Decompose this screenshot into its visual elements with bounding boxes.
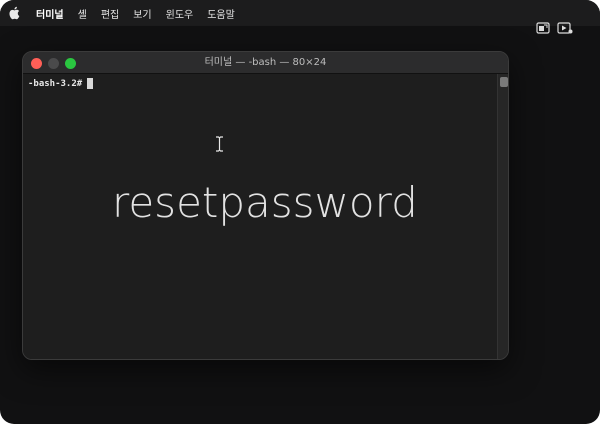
window-title: 터미널 — -bash — 80×24 [204,57,327,68]
vertical-scrollbar[interactable] [497,74,508,359]
menu-app-name[interactable]: 터미널 [36,6,64,21]
menu-window[interactable]: 윈도우 [166,6,194,21]
text-cursor [87,78,94,89]
ibeam-cursor-icon [215,136,224,152]
menu-help[interactable]: 도움말 [207,6,235,21]
apple-icon[interactable] [8,5,22,21]
menu-view[interactable]: 보기 [133,6,151,21]
screen-mirror-icon[interactable] [534,20,552,36]
prompt-line: -bash-3.2# [28,78,94,89]
overlay-command-text: resetpassword [112,178,418,227]
shell-prompt: -bash-3.2# [28,78,83,89]
menu-shell[interactable]: 셸 [78,6,87,21]
title-bar[interactable]: 터미널 — -bash — 80×24 [23,52,508,74]
menu-edit[interactable]: 편집 [101,6,119,21]
scroll-handle[interactable] [500,77,508,87]
video-play-icon[interactable] [556,20,574,36]
desktop-screen: 터미널 셸 편집 보기 윈도우 도움말 터미널 — -bash — 80×24 [0,0,600,424]
menu-bar: 터미널 셸 편집 보기 윈도우 도움말 [0,0,600,26]
